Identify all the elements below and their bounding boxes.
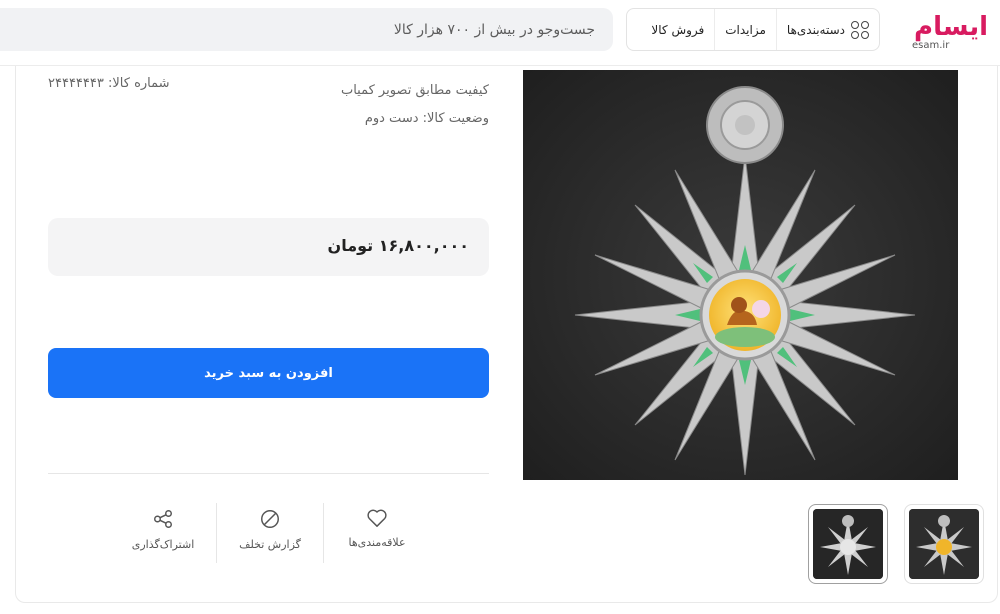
- search-input[interactable]: [0, 8, 613, 51]
- thumbnail-image-1[interactable]: [904, 504, 984, 584]
- share-button[interactable]: اشتراک‌گذاری: [110, 503, 216, 563]
- heart-icon: [367, 509, 387, 527]
- favorites-label: علاقه‌مندی‌ها: [348, 536, 406, 549]
- report-label: گزارش تخلف: [239, 538, 301, 551]
- thumbnail-medal-gold: [909, 509, 979, 579]
- main-nav: دسته‌بندی‌ها مزایدات فروش کالا: [626, 8, 880, 51]
- nav-sell[interactable]: فروش کالا: [641, 9, 714, 50]
- nav-sell-label: فروش کالا: [651, 22, 705, 37]
- share-icon: [154, 510, 172, 528]
- nav-categories-label: دسته‌بندی‌ها: [786, 22, 845, 37]
- search-bar: [0, 8, 613, 51]
- divider: [48, 473, 489, 474]
- medal-image: [523, 70, 958, 480]
- report-button[interactable]: گزارش تخلف: [216, 503, 323, 563]
- product-actions: علاقه‌مندی‌ها گزارش تخلف اشتراک‌گذاری: [110, 503, 430, 563]
- thumbnail-medal-silver: [813, 509, 883, 579]
- product-condition: وضعیت کالا: دست دوم: [364, 111, 489, 126]
- nav-auctions-label: مزایدات: [725, 22, 766, 37]
- nav-auctions[interactable]: مزایدات: [714, 9, 776, 50]
- forbidden-icon: [261, 510, 279, 528]
- product-quality: کیفیت مطابق تصویر کمیاب: [340, 83, 489, 98]
- product-code: شماره کالا: ۲۴۴۴۴۴۴۳: [48, 76, 170, 91]
- site-header: ایسام esam.ir دسته‌بندی‌ها مزایدات فروش …: [0, 0, 1000, 66]
- product-price: ۱۶,۸۰۰,۰۰۰ تومان: [327, 236, 469, 255]
- logo-text: ایسام: [914, 12, 989, 42]
- logo-domain: esam.ir: [912, 40, 950, 51]
- site-logo[interactable]: ایسام esam.ir: [908, 12, 989, 52]
- product-main-image[interactable]: [523, 70, 958, 480]
- price-box: ۱۶,۸۰۰,۰۰۰ تومان: [48, 218, 489, 276]
- nav-categories[interactable]: دسته‌بندی‌ها: [775, 9, 879, 50]
- share-label: اشتراک‌گذاری: [131, 538, 195, 551]
- favorites-button[interactable]: علاقه‌مندی‌ها: [323, 503, 430, 563]
- add-to-cart-button[interactable]: افزودن به سبد خرید: [48, 348, 489, 398]
- thumbnail-image-2[interactable]: [808, 504, 888, 584]
- categories-grid-icon: [851, 20, 869, 39]
